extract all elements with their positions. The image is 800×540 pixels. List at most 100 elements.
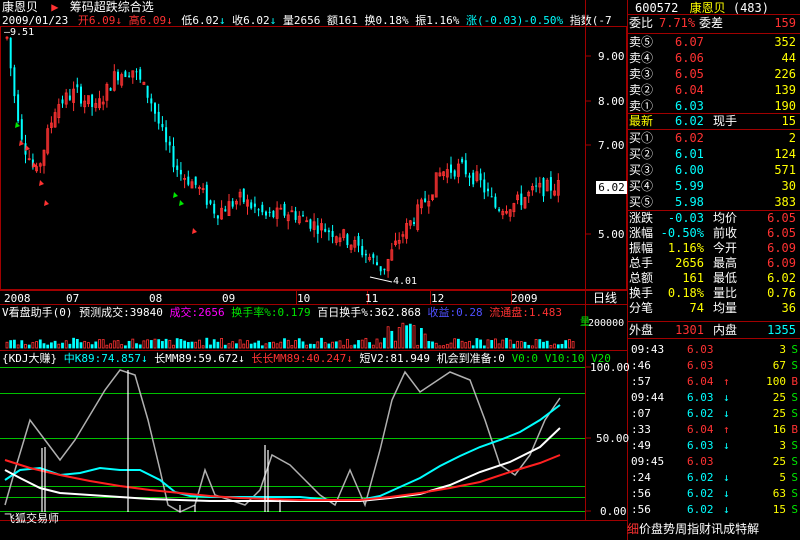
stat-row: 分笔 74 均量 36 [627, 301, 800, 315]
kdj-v0: V0:0 [511, 352, 539, 365]
tick-time: :07 [631, 407, 651, 420]
bid-label: 买② [629, 147, 654, 161]
predicted-volume: 预测成交:39840 [79, 306, 163, 319]
volume-bar [209, 344, 212, 349]
tick-price: 6.02 [687, 407, 714, 420]
inner-value: 1355 [767, 323, 796, 337]
volume-bar [175, 338, 179, 349]
kdj-longlong-value: 长长MM89:40.247 [251, 352, 347, 365]
float-cap: 流通盘:1.483 [489, 306, 562, 319]
tick-side: S [791, 439, 798, 452]
volume-bar [116, 340, 120, 349]
stat-value: 36 [781, 301, 796, 315]
ask-volume: 44 [781, 51, 796, 65]
candle-body [265, 211, 267, 216]
tick-row: :24 6.02 ↓ 5 S [627, 471, 800, 485]
ask-volume: 352 [774, 35, 796, 49]
volume-bar [471, 345, 475, 349]
tab-order[interactable]: 盘 [651, 522, 663, 536]
ask-label: 卖① [629, 99, 654, 113]
price-axis-label: 5.00 [598, 228, 625, 241]
candle-body [187, 176, 190, 185]
volume-bar [197, 339, 201, 349]
tick-price: 6.02 [687, 503, 714, 516]
ask-label: 卖④ [629, 51, 654, 65]
volume-bar [493, 338, 497, 349]
bid-label: 买③ [629, 163, 654, 177]
stat-value: 6.09 [767, 241, 796, 255]
volume-bar [334, 341, 338, 349]
tab-deal[interactable]: 成 [723, 522, 735, 536]
tick-row: :33 6.04 ↑ 16 B [627, 423, 800, 437]
tick-row: 09:44 6.03 ↓ 25 S [627, 391, 800, 405]
tab-index[interactable]: 指 [687, 522, 699, 536]
volume-bar [120, 344, 124, 349]
volume-bar [186, 342, 190, 349]
candle-body [231, 201, 234, 207]
kdj-panel-title[interactable]: {KDJ大赚} [2, 352, 57, 365]
bid-volume: 571 [774, 163, 796, 177]
bid-row: 买② 6.01 124 [627, 147, 800, 161]
volume-bar [46, 344, 50, 349]
tick-side: S [791, 407, 798, 420]
candle-body [76, 84, 79, 88]
tab-news[interactable]: 讯 [711, 522, 723, 536]
tab-price[interactable]: 价 [639, 522, 651, 536]
volume-bar [423, 333, 427, 349]
kdj-mid-value: 中K89:74.857 [63, 352, 141, 365]
down-arrow-icon: ↓ [723, 391, 730, 404]
tick-volume: 25 [772, 391, 786, 404]
volume-bar [523, 341, 527, 349]
tab-finance[interactable]: 财 [699, 522, 711, 536]
volume-bar [72, 337, 75, 349]
tick-side: S [791, 503, 798, 516]
ask-row: 卖④ 6.06 44 [627, 51, 800, 65]
volume-bar [260, 345, 264, 349]
volume-bar [382, 337, 386, 349]
signal-arrow-icon [39, 180, 44, 186]
period-label[interactable]: 日线 [593, 291, 617, 305]
candle-body [424, 198, 427, 202]
tab-analysis[interactable]: 解 [747, 522, 759, 536]
volume-bar [479, 339, 483, 349]
candle-body [464, 160, 467, 175]
ask-row: 卖① 6.03 190 [627, 99, 800, 113]
volume-bar [131, 338, 135, 349]
volume-bar [564, 340, 568, 349]
volume-bar [431, 341, 434, 349]
candle-body [468, 175, 471, 178]
tab-week[interactable]: 周 [675, 522, 687, 536]
ask-row: 卖③ 6.05 226 [627, 67, 800, 81]
volume-bar [490, 340, 494, 349]
tick-time: :56 [631, 503, 651, 516]
tick-side: S [791, 487, 798, 500]
ask-price: 6.05 [675, 67, 704, 81]
weicha-value: 159 [774, 16, 796, 30]
time-axis-label: 2008 [4, 292, 31, 305]
candle-body [157, 111, 160, 124]
tab-special[interactable]: 特 [735, 522, 747, 536]
tab-trend[interactable]: 势 [663, 522, 675, 536]
volume-panel-title[interactable]: V看盘助手(0) [2, 306, 73, 319]
volume-bar [42, 343, 46, 349]
weibi-value: 7.71% [659, 16, 696, 30]
candle-body [331, 231, 334, 237]
candle-body [383, 268, 386, 271]
tab-detail[interactable]: 细 [627, 522, 639, 536]
kdj-longlong-line [4, 454, 561, 501]
candle-body [109, 87, 112, 91]
time-axis-label: 12 [431, 292, 445, 305]
tick-volume: 67 [772, 359, 786, 372]
signal-arrow-icon [173, 192, 178, 198]
bid-price: 5.98 [675, 195, 704, 209]
stat-value: 6.02 [767, 271, 796, 285]
candle-body [150, 98, 153, 104]
down-arrow-icon: ↓ [346, 352, 353, 365]
volume-bar [379, 342, 383, 349]
stock-terminal-window: { "header": { "stock_name": "康恩贝", "arro… [0, 0, 800, 540]
tick-price: 6.03 [687, 391, 714, 404]
quote-panel: 600572 康恩贝 (483) 委比 7.71% 委差 159 卖⑤ 6.07 352 卖④… [627, 0, 800, 540]
candle-body [216, 215, 219, 219]
volume-bar [157, 339, 161, 349]
candle-body [124, 71, 127, 78]
